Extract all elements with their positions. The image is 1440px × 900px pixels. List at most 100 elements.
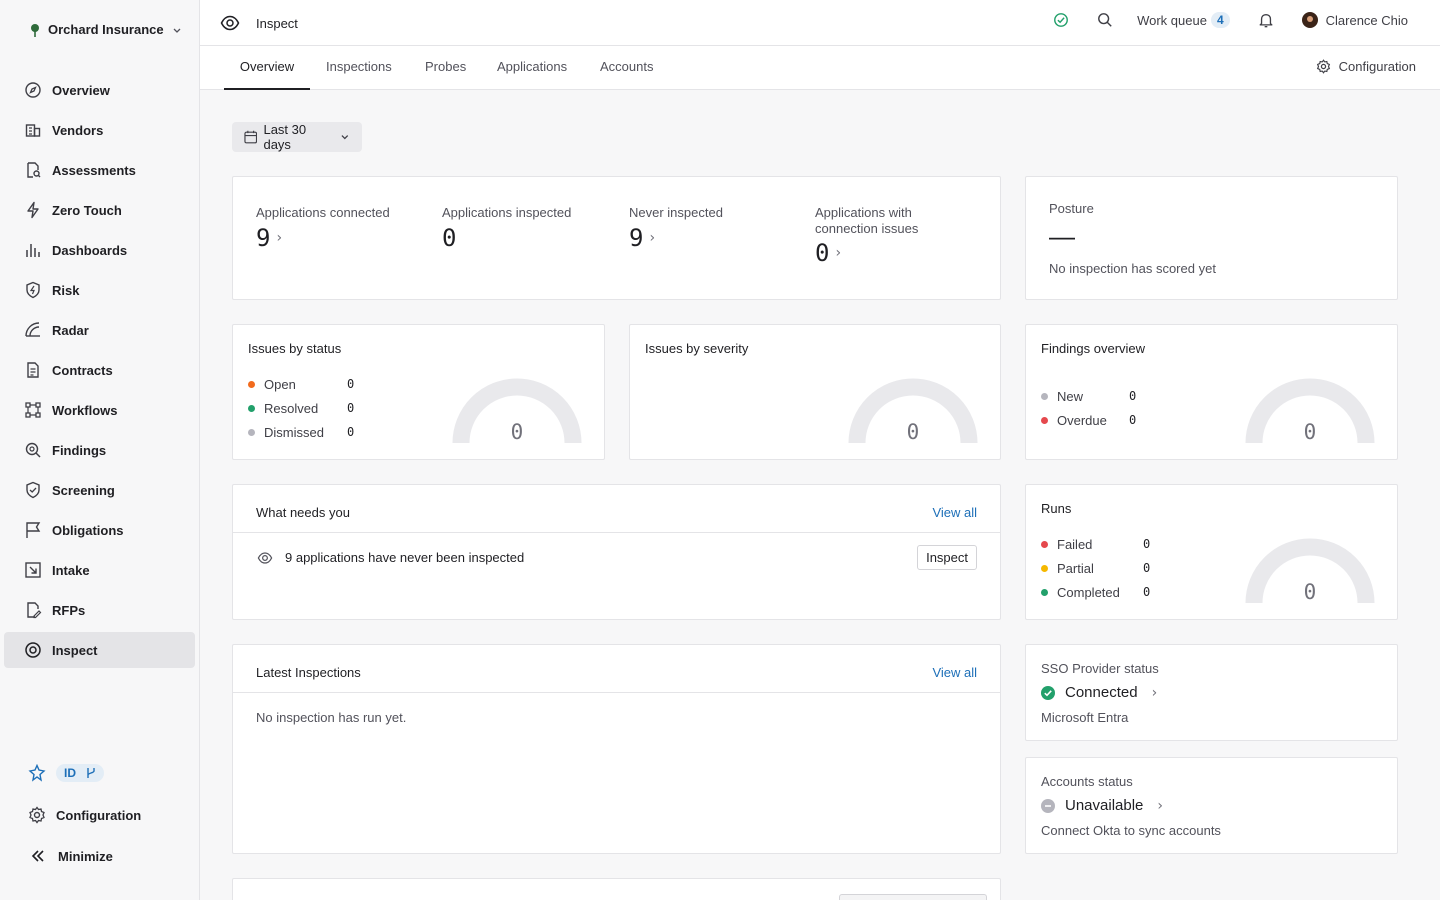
configuration-button[interactable]: Configuration	[1316, 59, 1416, 74]
view-all-link[interactable]: View all	[932, 665, 977, 680]
org-switcher[interactable]: Orchard Insurance	[30, 22, 182, 37]
accounts-note: Connect Okta to sync accounts	[1041, 823, 1221, 838]
sidebar-item-dashboards[interactable]: Dashboards	[4, 232, 195, 268]
legend-label: Partial	[1057, 560, 1094, 576]
view-all-link[interactable]: View all	[932, 505, 977, 520]
building-icon	[25, 124, 41, 137]
sso-provider: Microsoft Entra	[1041, 710, 1129, 725]
applications-stats-card: Applications connected 9 › Applications i…	[232, 176, 1001, 300]
sidebar-item-label: Screening	[52, 482, 115, 498]
search-icon[interactable]	[1097, 12, 1113, 28]
divider	[233, 692, 1000, 693]
tab-inspections[interactable]: Inspections	[326, 46, 392, 90]
bell-icon[interactable]	[1258, 12, 1274, 28]
legend-value: 0	[1143, 585, 1151, 599]
branch-icon	[87, 768, 95, 778]
stat-connection-issues[interactable]: Applications with connection issues 0 ›	[815, 205, 965, 267]
sidebar-item-assessments[interactable]: Assessments	[4, 152, 195, 188]
bottom-card	[232, 878, 1001, 900]
sidebar-item-label: Inspect	[52, 642, 98, 658]
stat-applications-connected[interactable]: Applications connected 9 ›	[256, 205, 426, 252]
legend-row-partial: Partial 0	[1041, 556, 1150, 580]
work-queue-label: Work queue	[1137, 12, 1207, 28]
legend-label: Resolved	[264, 400, 319, 416]
sidebar-item-label: Intake	[52, 562, 90, 578]
tab-accounts[interactable]: Accounts	[600, 46, 653, 90]
sidebar-item-screening[interactable]: Screening	[4, 472, 195, 508]
sso-status[interactable]: Connected ›	[1041, 684, 1157, 701]
latest-inspections-card: Latest Inspections View all No inspectio…	[232, 644, 1001, 854]
shield-bolt-icon	[26, 281, 40, 299]
sidebar-item-contracts[interactable]: Contracts	[4, 352, 195, 388]
date-range-picker[interactable]: Last 30 days	[232, 122, 362, 152]
stat-label: Applications connected	[256, 205, 390, 220]
sidebar-item-label: Obligations	[52, 522, 124, 538]
sidebar-item-label: Dashboards	[52, 242, 128, 258]
work-queue-button[interactable]: Work queue 4	[1137, 12, 1230, 28]
arrow-in-icon	[25, 562, 41, 578]
inspect-button[interactable]: Inspect	[917, 545, 977, 570]
user-menu[interactable]: Clarence Chio	[1301, 12, 1408, 28]
accounts-status[interactable]: Unavailable ›	[1041, 797, 1163, 814]
tab-overview[interactable]: Overview	[224, 46, 310, 90]
card-title: Accounts status	[1041, 774, 1133, 789]
document-icon	[27, 362, 39, 378]
legend-label: Dismissed	[264, 424, 324, 440]
sidebar-item-workflows[interactable]: Workflows	[4, 392, 195, 428]
tab-bar: Overview Inspections Probes Applications…	[200, 46, 1440, 90]
sidebar-item-label: Contracts	[52, 362, 113, 378]
gear-icon	[29, 806, 45, 824]
stat-never-inspected[interactable]: Never inspected 9 ›	[629, 205, 799, 252]
sidebar-item-obligations[interactable]: Obligations	[4, 512, 195, 548]
sso-status-card: SSO Provider status Connected › Microsof…	[1025, 644, 1398, 741]
issues-by-severity-card: Issues by severity 0	[629, 324, 1001, 460]
sidebar-item-intake[interactable]: Intake	[4, 552, 195, 588]
legend-value: 0	[347, 425, 355, 439]
sidebar-minimize[interactable]: Minimize	[30, 848, 113, 864]
sidebar-item-rfps[interactable]: RFPs	[4, 592, 195, 628]
card-title: Issues by severity	[645, 341, 749, 356]
card-title: What needs you	[256, 505, 350, 520]
sidebar-item-label: RFPs	[52, 602, 86, 618]
legend-dot	[1041, 416, 1048, 424]
double-chevron-left-icon	[31, 850, 44, 862]
sidebar-nav: Overview Vendors Assessments Zero Touch …	[4, 72, 195, 672]
legend-dot	[248, 428, 255, 436]
divider	[233, 532, 1000, 533]
chevron-right-icon: ›	[1151, 684, 1158, 701]
file-edit-icon	[27, 602, 42, 619]
tab-applications[interactable]: Applications	[497, 46, 567, 90]
shield-check-icon	[26, 481, 40, 499]
sidebar-item-label: Findings	[52, 442, 107, 458]
sidebar-item-label: Assessments	[52, 162, 136, 178]
needs-item: 9 applications have never been inspected	[257, 550, 524, 565]
tab-probes[interactable]: Probes	[425, 46, 466, 90]
findings-gauge: 0	[1245, 378, 1375, 444]
card-title: Findings overview	[1041, 341, 1146, 356]
stat-value-number: 0	[815, 239, 830, 267]
stat-value-number: 9	[256, 224, 271, 252]
legend-row-failed: Failed 0	[1041, 532, 1150, 556]
id-badge-label: ID	[64, 766, 76, 780]
radar-icon	[25, 322, 40, 337]
sidebar-item-risk[interactable]: Risk	[4, 272, 195, 308]
sparkle-badge-icon[interactable]	[28, 764, 46, 782]
date-range-label: Last 30 days	[263, 122, 307, 152]
sidebar-item-radar[interactable]: Radar	[4, 312, 195, 348]
sidebar-item-findings[interactable]: Findings	[4, 432, 195, 468]
sidebar-item-overview[interactable]: Overview	[4, 72, 195, 108]
tree-icon	[31, 23, 39, 37]
sidebar-item-inspect[interactable]: Inspect	[4, 632, 195, 668]
segmented-control[interactable]	[839, 894, 987, 900]
legend-dot	[1041, 392, 1048, 400]
sidebar-item-zero-touch[interactable]: Zero Touch	[4, 192, 195, 228]
needs-item-text: 9 applications have never been inspected	[285, 550, 525, 565]
sidebar-item-label: Overview	[52, 82, 110, 98]
check-circle-icon[interactable]	[1053, 12, 1069, 28]
sidebar-configuration[interactable]: Configuration	[28, 806, 141, 824]
status-legend: Open 0 Resolved 0 Dismissed 0	[248, 372, 354, 444]
posture-note: No inspection has scored yet	[1049, 261, 1216, 276]
sidebar-item-vendors[interactable]: Vendors	[4, 112, 195, 148]
id-badge[interactable]: ID	[56, 764, 104, 782]
chevron-down-icon	[341, 135, 349, 140]
